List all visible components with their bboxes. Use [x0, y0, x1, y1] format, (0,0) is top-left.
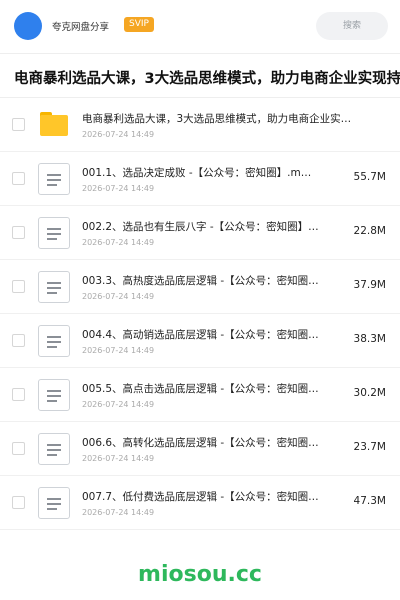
- file-date: 2026-07-24 14:49: [82, 130, 155, 139]
- file-name: 001.1、选品决定成败 -【公众号：密知圈】.m…: [82, 167, 312, 179]
- row-checkbox[interactable]: [12, 172, 25, 185]
- row-checkbox[interactable]: [12, 496, 25, 509]
- row-checkbox[interactable]: [12, 442, 25, 455]
- search-input[interactable]: 搜索: [316, 12, 388, 40]
- file-name: 002.2、选品也有生辰八字 -【公众号：密知圈】…: [82, 221, 319, 233]
- document-icon: [38, 163, 70, 195]
- row-checkbox[interactable]: [12, 280, 25, 293]
- share-title-bar: 电商暴利选品大课，3大选品思维模式，助力电商企业实现持续盈利: [0, 54, 400, 98]
- file-date: 2026-07-24 14:49: [82, 400, 155, 409]
- document-icon: [38, 487, 70, 519]
- file-size: 30.2M: [353, 387, 386, 399]
- file-date: 2026-07-24 14:49: [82, 508, 155, 517]
- file-date: 2026-07-24 14:49: [82, 454, 155, 463]
- list-item[interactable]: 003.3、高热度选品底层逻辑 -【公众号：密知圈… 2026-07-24 14…: [0, 260, 400, 314]
- file-size: 23.7M: [353, 441, 386, 453]
- row-checkbox[interactable]: [12, 226, 25, 239]
- file-size: 47.3M: [353, 495, 386, 507]
- top-bar: 夸克网盘分享 SVIP 搜索: [0, 0, 400, 54]
- row-checkbox[interactable]: [12, 334, 25, 347]
- page-title: 电商暴利选品大课，3大选品思维模式，助力电商企业实现持续盈利: [14, 71, 400, 87]
- file-date: 2026-07-24 14:49: [82, 292, 155, 301]
- file-date: 2026-07-24 14:49: [82, 346, 155, 355]
- list-item[interactable]: 004.4、高动销选品底层逻辑 -【公众号：密知圈… 2026-07-24 14…: [0, 314, 400, 368]
- row-checkbox[interactable]: [12, 388, 25, 401]
- document-icon: [38, 433, 70, 465]
- svip-badge: SVIP: [124, 17, 154, 32]
- file-name: 007.7、低付费选品底层逻辑 -【公众号：密知圈…: [82, 491, 319, 503]
- file-size: 37.9M: [353, 279, 386, 291]
- list-item[interactable]: 电商暴利选品大课，3大选品思维模式，助力电商企业实… 2026-07-24 14…: [0, 98, 400, 152]
- file-name: 004.4、高动销选品底层逻辑 -【公众号：密知圈…: [82, 329, 319, 341]
- document-icon: [38, 325, 70, 357]
- document-icon: [38, 379, 70, 411]
- app-name: 夸克网盘分享: [52, 22, 110, 33]
- avatar[interactable]: [14, 12, 42, 40]
- file-size: 55.7M: [353, 171, 386, 183]
- list-item[interactable]: 001.1、选品决定成败 -【公众号：密知圈】.m… 2026-07-24 14…: [0, 152, 400, 206]
- file-name: 003.3、高热度选品底层逻辑 -【公众号：密知圈…: [82, 275, 319, 287]
- file-size: 22.8M: [353, 225, 386, 237]
- file-name: 005.5、高点击选品底层逻辑 -【公众号：密知圈…: [82, 383, 319, 395]
- file-date: 2026-07-24 14:49: [82, 238, 155, 247]
- list-item[interactable]: 006.6、高转化选品底层逻辑 -【公众号：密知圈… 2026-07-24 14…: [0, 422, 400, 476]
- file-name: 电商暴利选品大课，3大选品思维模式，助力电商企业实…: [82, 113, 352, 125]
- document-icon: [38, 217, 70, 249]
- document-icon: [38, 271, 70, 303]
- watermark: miosou.cc: [138, 562, 262, 587]
- list-item[interactable]: 007.7、低付费选品底层逻辑 -【公众号：密知圈… 2026-07-24 14…: [0, 476, 400, 530]
- row-checkbox[interactable]: [12, 118, 25, 131]
- file-name: 006.6、高转化选品底层逻辑 -【公众号：密知圈…: [82, 437, 319, 449]
- folder-icon: [40, 112, 68, 136]
- file-size: 38.3M: [353, 333, 386, 345]
- file-date: 2026-07-24 14:49: [82, 184, 155, 193]
- list-item[interactable]: 002.2、选品也有生辰八字 -【公众号：密知圈】… 2026-07-24 14…: [0, 206, 400, 260]
- list-item[interactable]: 005.5、高点击选品底层逻辑 -【公众号：密知圈… 2026-07-24 14…: [0, 368, 400, 422]
